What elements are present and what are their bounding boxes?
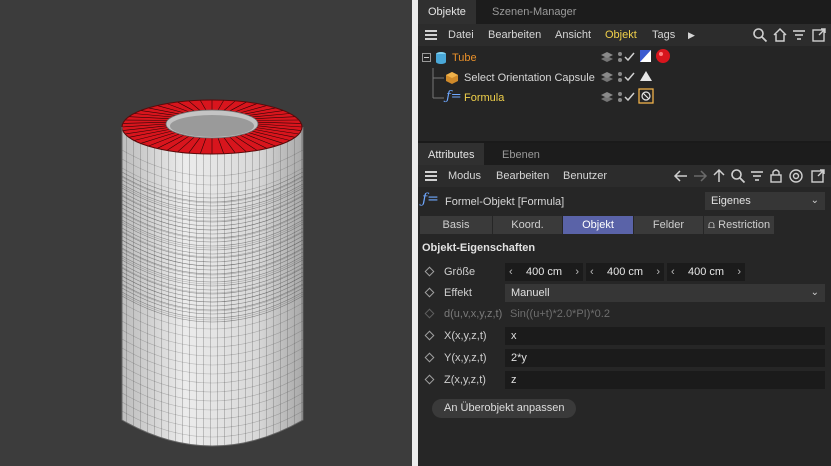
y-formula-input[interactable]: 2*y [505, 349, 825, 367]
new-window-icon[interactable] [811, 27, 827, 43]
formula-icon: ƒ= [422, 191, 439, 207]
menu-ansicht[interactable]: Ansicht [555, 24, 591, 46]
decrement-icon[interactable]: ‹ [671, 263, 675, 281]
z-formula-input[interactable]: z [505, 371, 825, 389]
size-x-field[interactable]: ‹ 400 cm › [505, 263, 583, 281]
arrow-up-icon[interactable] [711, 168, 727, 184]
tab-attributes[interactable]: Attributes [418, 143, 485, 167]
param-x: X(x,y,z,t) x [418, 326, 831, 346]
lock-icon[interactable] [768, 168, 784, 184]
menu-icon[interactable] [425, 30, 437, 40]
menu-objekt[interactable]: Objekt [605, 24, 637, 46]
keyframe-icon [424, 308, 435, 319]
param-effekt: Effekt Manuell ⌄ [418, 283, 831, 303]
filter-icon[interactable] [791, 27, 807, 43]
capsule-icon [446, 72, 458, 84]
size-y-value: 400 cm [606, 266, 644, 278]
param-groesse: Größe ‹ 400 cm › ‹ 400 cm › ‹ 400 cm › [418, 262, 831, 282]
object-tree: Tube Select Orientation Capsule ƒ= Formu… [418, 46, 831, 141]
subtab-basis[interactable]: Basis [420, 216, 492, 234]
new-window-icon[interactable] [810, 168, 826, 184]
object-manager-tabbar: Objekte Szenen-Manager [418, 0, 831, 24]
mode-dropdown[interactable]: Eigenes ⌄ [705, 192, 825, 210]
param-label: d(u,v,x,y,z,t) [444, 308, 503, 320]
param-label: X(x,y,z,t) [444, 330, 487, 342]
tube-icon [436, 52, 446, 64]
size-y-field[interactable]: ‹ 400 cm › [586, 263, 664, 281]
menu-tags[interactable]: Tags [652, 24, 675, 46]
right-panel: Objekte Szenen-Manager Datei Bearbeiten … [418, 0, 831, 466]
tree-label-tube: Tube [452, 52, 477, 64]
size-z-value: 400 cm [687, 266, 725, 278]
tab-szenen-manager[interactable]: Szenen-Manager [482, 0, 586, 24]
tree-status-columns[interactable] [600, 46, 690, 110]
param-label: Y(x,y,z,t) [444, 352, 487, 364]
increment-icon[interactable]: › [575, 263, 579, 281]
param-label: Z(x,y,z,t) [444, 374, 486, 386]
restriction-icon: ⩍ [707, 219, 719, 231]
effekt-dropdown[interactable]: Manuell ⌄ [505, 284, 825, 302]
subtab-restriction[interactable]: ⩍ Restriction [704, 216, 774, 234]
target-icon[interactable] [788, 168, 804, 184]
keyframe-icon[interactable] [424, 352, 435, 363]
x-formula-input[interactable]: x [505, 327, 825, 345]
menu-more-icon[interactable]: ▶ [688, 24, 695, 46]
menu-bearbeiten[interactable]: Bearbeiten [488, 24, 541, 46]
search-icon[interactable] [752, 27, 768, 43]
param-z: Z(x,y,z,t) z [418, 370, 831, 390]
keyframe-icon[interactable] [424, 287, 435, 298]
tree-line [432, 88, 444, 99]
tube-mesh [121, 99, 304, 447]
size-z-field[interactable]: ‹ 400 cm › [667, 263, 745, 281]
chevron-down-icon: ⌄ [810, 287, 819, 298]
param-y: Y(x,y,z,t) 2*y [418, 348, 831, 368]
tab-objekte[interactable]: Objekte [418, 0, 476, 24]
mode-dropdown-value: Eigenes [711, 195, 751, 207]
viewport-3d[interactable] [0, 0, 412, 466]
attributes-menubar: Modus Bearbeiten Benutzer [418, 165, 831, 187]
menu-datei[interactable]: Datei [448, 24, 474, 46]
menu-icon[interactable] [425, 171, 437, 181]
collapse-icon[interactable] [422, 53, 432, 63]
increment-icon[interactable]: › [656, 263, 660, 281]
object-title: Formel-Objekt [Formula] [445, 196, 565, 208]
d-value: Sin((u+t)*2.0*PI)*0.2 [510, 308, 610, 320]
tree-label-capsule: Select Orientation Capsule [464, 72, 595, 84]
effekt-value: Manuell [511, 287, 550, 299]
menu-benutzer[interactable]: Benutzer [563, 165, 607, 187]
attributes-tabbar: Attributes Ebenen [418, 143, 831, 167]
subtab-felder[interactable]: Felder [634, 216, 703, 234]
fit-to-parent-button[interactable]: An Überobjekt anpassen [432, 399, 577, 418]
tab-ebenen[interactable]: Ebenen [492, 143, 550, 167]
object-manager-menubar: Datei Bearbeiten Ansicht Objekt Tags ▶ [418, 24, 831, 46]
param-label: Größe [444, 266, 476, 278]
keyframe-icon[interactable] [424, 374, 435, 385]
tree-label-formula: Formula [464, 92, 505, 104]
arrow-left-icon[interactable] [673, 168, 689, 184]
menu-bearbeiten[interactable]: Bearbeiten [496, 165, 549, 187]
param-d: d(u,v,x,y,z,t) Sin((u+t)*2.0*PI)*0.2 [418, 304, 831, 324]
subtab-restriction-label: Restriction [718, 219, 771, 231]
decrement-icon[interactable]: ‹ [509, 263, 513, 281]
home-icon[interactable] [772, 27, 788, 43]
subtab-objekt[interactable]: Objekt [563, 216, 633, 234]
decrement-icon[interactable]: ‹ [590, 263, 594, 281]
section-title: Objekt-Eigenschaften [422, 242, 536, 254]
keyframe-icon[interactable] [424, 330, 435, 341]
arrow-right-icon[interactable] [692, 168, 708, 184]
search-icon[interactable] [730, 168, 746, 184]
tree-line [432, 68, 444, 88]
menu-modus[interactable]: Modus [448, 165, 481, 187]
size-x-value: 400 cm [525, 266, 563, 278]
param-label: Effekt [444, 287, 472, 299]
increment-icon[interactable]: › [737, 263, 741, 281]
filter-icon[interactable] [749, 168, 765, 184]
chevron-down-icon: ⌄ [810, 195, 819, 206]
keyframe-icon[interactable] [424, 266, 435, 277]
formula-icon: ƒ= [446, 89, 462, 104]
subtab-koord[interactable]: Koord. [493, 216, 562, 234]
